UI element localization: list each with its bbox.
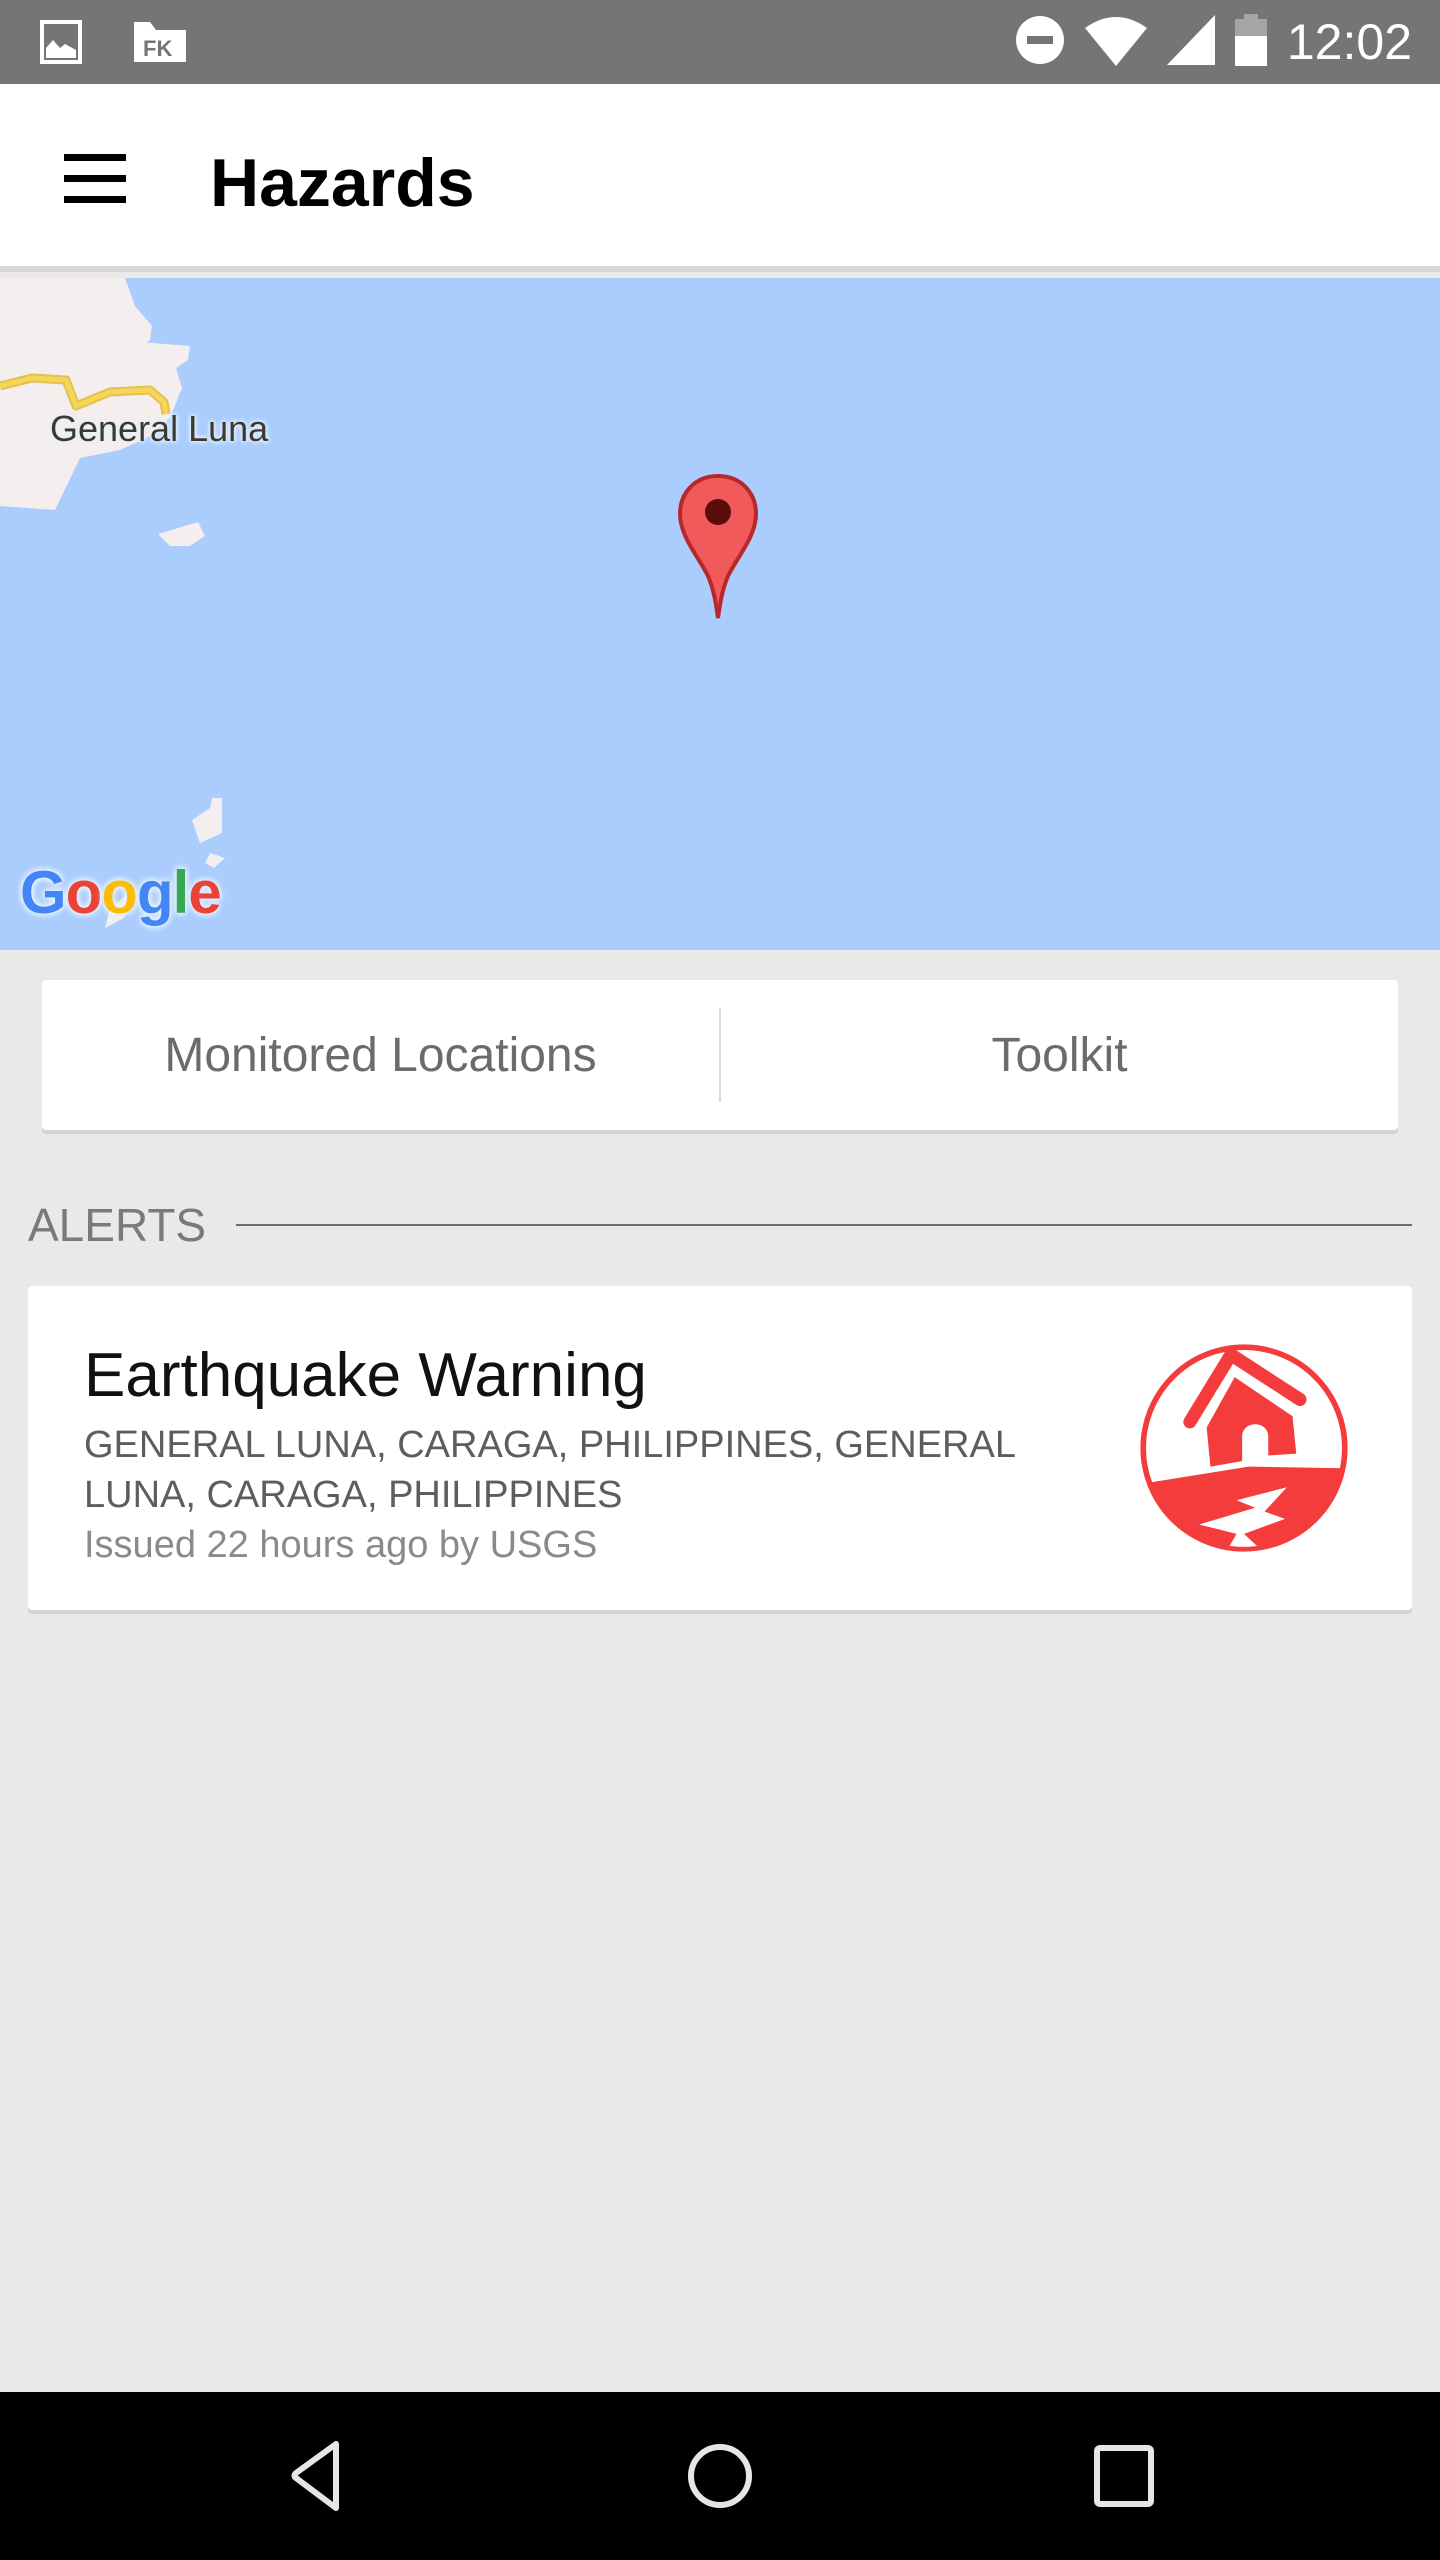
clock: 12:02 [1286, 14, 1412, 70]
map-pin-icon[interactable] [676, 472, 760, 625]
hamburger-menu-icon[interactable] [60, 154, 132, 210]
alerts-section-title: ALERTS [28, 1199, 207, 1251]
recents-icon[interactable] [1085, 2436, 1165, 2516]
map-place-label: General Luna [50, 408, 269, 449]
section-divider [236, 1224, 1412, 1226]
notification-icons: FK [40, 20, 188, 69]
toolkit-button[interactable]: Toolkit [721, 980, 1398, 1130]
page-title: Hazards [210, 145, 475, 221]
cell-signal-icon [1166, 14, 1215, 70]
image-notification-icon [40, 20, 84, 69]
earthquake-house-icon [1132, 1336, 1356, 1565]
action-buttons-card: Monitored Locations Toolkit [42, 980, 1398, 1130]
alert-issued-text: Issued 22 hours ago by USGS [84, 1524, 598, 1566]
back-icon[interactable] [276, 2436, 356, 2516]
alert-title: Earthquake Warning [84, 1341, 647, 1410]
do-not-disturb-icon [1015, 15, 1065, 70]
system-nav-bar [0, 2392, 1440, 2560]
status-bar: FK 12:02 [0, 0, 1440, 84]
alert-location: GENERAL LUNA, CARAGA, PHILIPPINES, GENER… [84, 1424, 1015, 1516]
home-icon[interactable] [680, 2436, 760, 2516]
alerts-section-header: ALERTS [28, 1195, 1412, 1255]
svg-text:FK: FK [143, 36, 172, 61]
map-view[interactable]: General Luna Google [0, 278, 1440, 950]
google-attribution-logo: Google [20, 859, 222, 926]
app-bar: Hazards [0, 84, 1440, 272]
monitored-locations-button[interactable]: Monitored Locations [42, 980, 719, 1130]
alert-card[interactable]: Earthquake Warning GENERAL LUNA, CARAGA,… [28, 1286, 1412, 1610]
wifi-icon [1084, 14, 1147, 71]
battery-icon [1234, 13, 1267, 71]
system-status-icons: 12:02 [1015, 12, 1412, 72]
fk-folder-notification-icon: FK [132, 20, 188, 69]
